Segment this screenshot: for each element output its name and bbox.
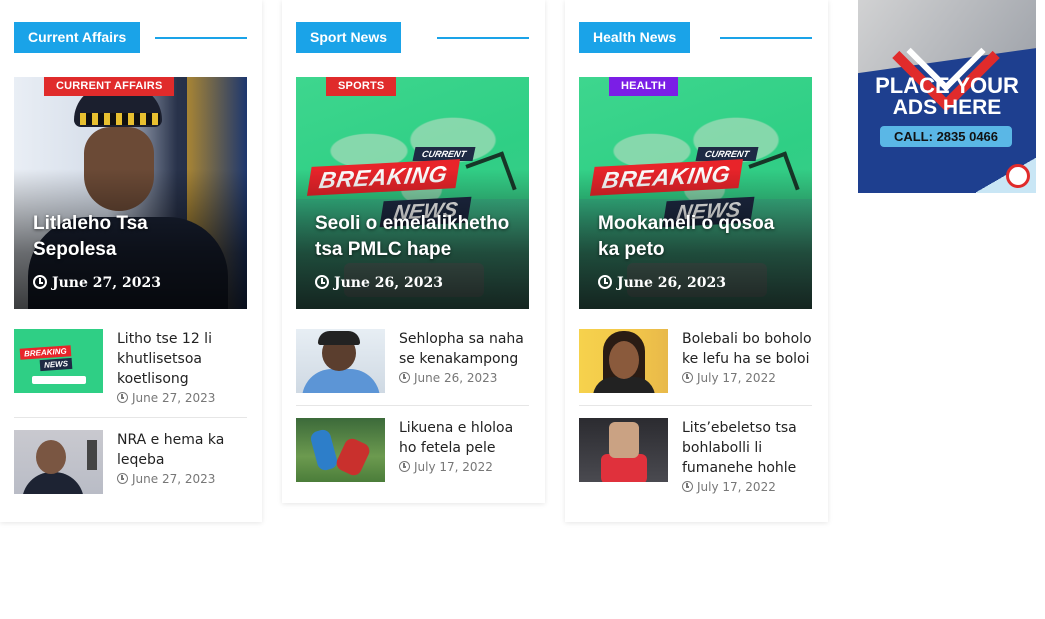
section-title[interactable]: Health News bbox=[579, 22, 691, 53]
article-thumbnail[interactable] bbox=[296, 418, 385, 482]
feature-card[interactable]: CURRENT BREAKING NEWS HEALTH Mookameli o… bbox=[579, 77, 812, 309]
clock-icon bbox=[117, 473, 128, 484]
article-thumbnail[interactable] bbox=[579, 329, 668, 393]
man-speaking-thumb bbox=[14, 430, 103, 494]
section-divider bbox=[437, 37, 529, 39]
article-date: July 17, 2022 bbox=[682, 480, 812, 494]
category-badge[interactable]: CURRENT AFFAIRS bbox=[44, 77, 175, 96]
section-divider bbox=[720, 37, 812, 39]
list-item[interactable]: Likuena e hloloa ho fetela pele July 17,… bbox=[296, 418, 529, 494]
breaking-news-thumb: BREAKING NEWS bbox=[14, 329, 103, 393]
article-thumbnail[interactable]: BREAKING NEWS bbox=[14, 329, 103, 393]
ad-banner[interactable]: PLACE YOUR ADS HERE CALL: 2835 0466 bbox=[858, 0, 1036, 193]
man-cap-thumb bbox=[296, 329, 385, 393]
article-list: Bolebali bo boholo ke lefu ha se boloi J… bbox=[579, 329, 812, 506]
article-title[interactable]: Likuena e hloloa ho fetela pele bbox=[399, 418, 529, 458]
woman-glasses-thumb bbox=[579, 329, 668, 393]
section-divider bbox=[155, 37, 247, 39]
clock-icon bbox=[598, 275, 612, 289]
list-item[interactable]: Bolebali bo boholo ke lefu ha se boloi J… bbox=[579, 329, 812, 406]
article-list: Sehlopha sa naha se kenakampong June 26,… bbox=[296, 329, 529, 494]
article-thumbnail[interactable] bbox=[579, 418, 668, 482]
article-date: June 27, 2023 bbox=[117, 391, 247, 405]
clock-icon bbox=[682, 372, 693, 383]
article-date: July 17, 2022 bbox=[399, 460, 529, 474]
article-thumbnail[interactable] bbox=[14, 430, 103, 494]
section-title[interactable]: Sport News bbox=[296, 22, 402, 53]
article-title[interactable]: NRA e hema ka leqeba bbox=[117, 430, 247, 470]
clock-icon bbox=[399, 372, 410, 383]
article-list: BREAKING NEWS Litho tse 12 li khutlisetso… bbox=[14, 329, 247, 506]
list-item[interactable]: NRA e hema ka leqeba June 27, 2023 bbox=[14, 430, 247, 506]
article-thumbnail[interactable] bbox=[296, 329, 385, 393]
feature-title[interactable]: Seoli o emelalikhetho tsa PMLC hape bbox=[315, 211, 515, 263]
section-header: Sport News bbox=[296, 22, 529, 53]
article-title[interactable]: Lits’ebeletso tsa bohlabolli li fumanehe… bbox=[682, 418, 812, 478]
section-title[interactable]: Current Affairs bbox=[14, 22, 141, 53]
section-current-affairs: Current Affairs CURRENT AFFAIRS Litlaleh… bbox=[0, 0, 262, 522]
list-item[interactable]: Sehlopha sa naha se kenakampong June 26,… bbox=[296, 329, 529, 406]
feature-date: June 26, 2023 bbox=[598, 275, 726, 291]
feature-card[interactable]: CURRENT AFFAIRS Litlaleho Tsa Sepolesa J… bbox=[14, 77, 247, 309]
clock-icon bbox=[33, 275, 47, 289]
clock-icon bbox=[315, 275, 329, 289]
article-title[interactable]: Sehlopha sa naha se kenakampong bbox=[399, 329, 529, 369]
ad-headline: PLACE YOUR bbox=[875, 73, 1019, 98]
gym-thumb bbox=[579, 418, 668, 482]
clock-icon bbox=[399, 461, 410, 472]
soccer-thumb bbox=[296, 418, 385, 482]
clock-icon bbox=[682, 481, 693, 492]
article-date: July 17, 2022 bbox=[682, 371, 812, 385]
feature-title[interactable]: Mookameli o qosoa ka peto bbox=[598, 211, 798, 263]
article-title[interactable]: Bolebali bo boholo ke lefu ha se boloi bbox=[682, 329, 812, 369]
category-badge[interactable]: SPORTS bbox=[326, 77, 397, 96]
emblem-icon bbox=[1006, 164, 1030, 188]
news-sections-page: Current Affairs CURRENT AFFAIRS Litlaleh… bbox=[0, 0, 1045, 619]
ad-subheadline: ADS HERE bbox=[892, 96, 1002, 119]
section-header: Current Affairs bbox=[14, 22, 247, 53]
article-date: June 26, 2023 bbox=[399, 371, 529, 385]
ad-call-number: CALL: 2835 0466 bbox=[880, 126, 1012, 147]
list-item[interactable]: Lits’ebeletso tsa bohlabolli li fumanehe… bbox=[579, 418, 812, 506]
clock-icon bbox=[117, 392, 128, 403]
section-health-news: Health News CURRENT BREAKING NEWS HEALTH… bbox=[565, 0, 828, 522]
section-header: Health News bbox=[579, 22, 812, 53]
article-date: June 27, 2023 bbox=[117, 472, 247, 486]
article-title[interactable]: Litho tse 12 li khutlisetsoa koetlisong bbox=[117, 329, 247, 389]
feature-date: June 27, 2023 bbox=[33, 275, 161, 291]
feature-date: June 26, 2023 bbox=[315, 275, 443, 291]
list-item[interactable]: BREAKING NEWS Litho tse 12 li khutlisetso… bbox=[14, 329, 247, 418]
feature-card[interactable]: CURRENT BREAKING NEWS SPORTS Seoli o eme… bbox=[296, 77, 529, 309]
feature-title[interactable]: Litlaleho Tsa Sepolesa bbox=[33, 211, 233, 263]
section-sport-news: Sport News CURRENT BREAKING NEWS SPORTS … bbox=[282, 0, 545, 503]
category-badge[interactable]: HEALTH bbox=[609, 77, 678, 96]
